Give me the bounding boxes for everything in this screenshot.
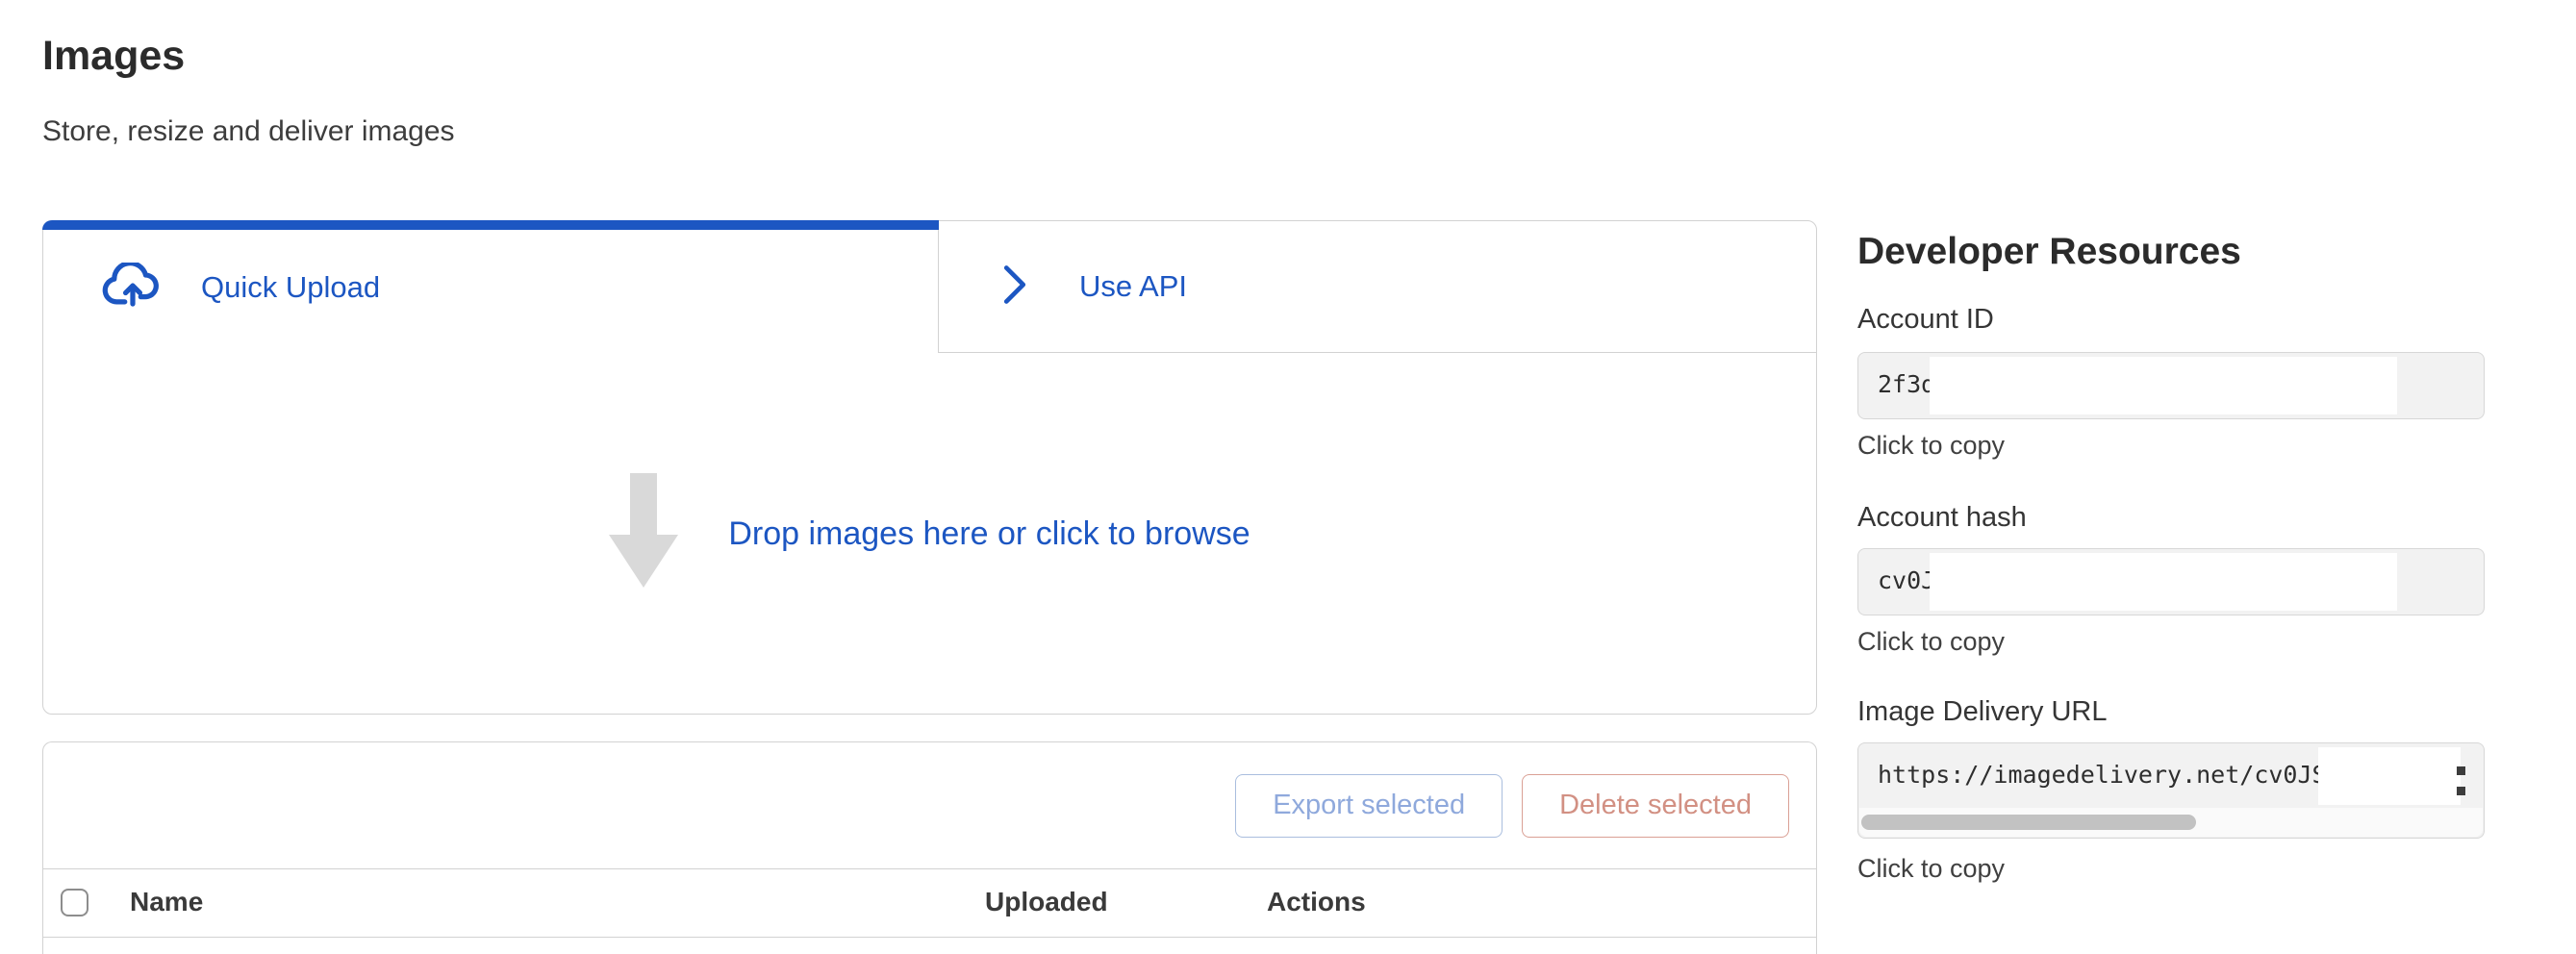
redaction-overlay	[1930, 553, 2397, 611]
delete-selected-button[interactable]: Delete selected	[1522, 774, 1789, 838]
url-scrollbar-track	[1859, 808, 2483, 837]
chevron-right-icon	[995, 257, 1035, 317]
account-hash-copy-hint: Click to copy	[1857, 627, 2005, 657]
arrow-down-icon	[609, 473, 678, 595]
upload-tab-row: Quick Upload Use API	[43, 221, 1816, 353]
tab-quick-upload[interactable]: Quick Upload	[43, 221, 938, 353]
tab-use-api[interactable]: Use API	[938, 221, 1816, 353]
export-selected-button[interactable]: Export selected	[1235, 774, 1503, 838]
page-title: Images	[42, 33, 185, 80]
images-list-toolbar: Export selected Delete selected	[43, 742, 1816, 869]
image-delivery-url-label: Image Delivery URL	[1857, 696, 2107, 728]
column-header-uploaded: Uploaded	[985, 887, 1108, 917]
image-delivery-url-value: https://imagedelivery.net/cv0JS	[1878, 761, 2327, 789]
image-dropzone[interactable]: Drop images here or click to browse	[43, 353, 1816, 716]
image-delivery-url-copy-hint: Click to copy	[1857, 854, 2005, 884]
account-hash-label: Account hash	[1857, 502, 2027, 534]
images-list-card: Export selected Delete selected Name Upl…	[42, 741, 1817, 954]
redacted-character-fragment	[2457, 765, 2466, 797]
redaction-overlay	[2318, 747, 2461, 805]
redaction-overlay	[1930, 357, 2397, 414]
images-table-header: Name Uploaded Actions	[43, 869, 1816, 938]
cloud-upload-icon	[101, 263, 164, 313]
column-header-name: Name	[130, 887, 203, 917]
account-hash-value-box[interactable]: cv0J	[1857, 548, 2485, 615]
images-page: Images Store, resize and deliver images …	[0, 0, 2576, 954]
column-header-actions: Actions	[1267, 887, 1366, 917]
page-subtitle: Store, resize and deliver images	[42, 115, 455, 148]
tab-use-api-label: Use API	[1079, 269, 1187, 304]
dropzone-label: Drop images here or click to browse	[728, 515, 1250, 553]
account-id-value-box[interactable]: 2f3d	[1857, 352, 2485, 419]
active-tab-indicator	[42, 220, 939, 230]
select-all-checkbox[interactable]	[61, 889, 88, 916]
account-id-copy-hint: Click to copy	[1857, 431, 2005, 461]
account-id-label: Account ID	[1857, 304, 1994, 336]
developer-resources-title: Developer Resources	[1857, 231, 2241, 273]
tab-quick-upload-label: Quick Upload	[201, 270, 380, 305]
account-id-value: 2f3d	[1878, 370, 1935, 398]
image-delivery-url-value-box[interactable]: https://imagedelivery.net/cv0JS	[1857, 742, 2485, 839]
url-scrollbar-thumb[interactable]	[1861, 815, 2196, 830]
account-hash-value: cv0J	[1878, 566, 1935, 594]
upload-panel: Quick Upload Use API Drop images here or…	[42, 220, 1817, 715]
